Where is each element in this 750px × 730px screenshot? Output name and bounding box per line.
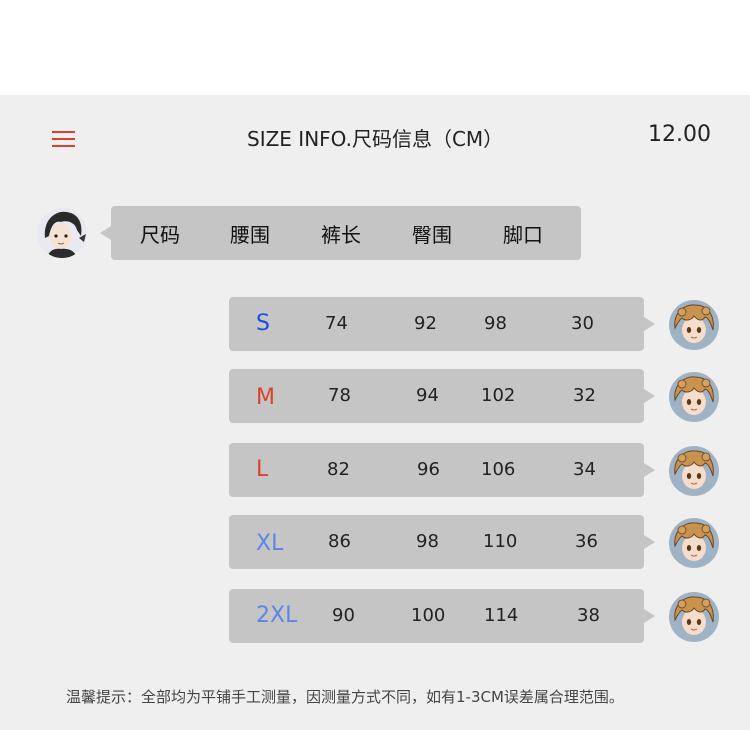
length-value: 98 xyxy=(416,531,439,552)
column-header-hip: 臀围 xyxy=(412,223,452,247)
hem-value: 36 xyxy=(575,531,598,552)
receiver-avatar xyxy=(669,300,719,350)
waist-value: 78 xyxy=(328,385,351,406)
curly-hair-avatar-icon xyxy=(669,372,719,422)
row-bubble-tail xyxy=(644,389,655,403)
hip-value: 114 xyxy=(484,605,519,626)
status-time: 12.00 xyxy=(648,122,711,147)
size-header-bubble: 尺码 腰围 裤长 臀围 脚口 xyxy=(111,206,581,260)
column-header-size: 尺码 xyxy=(140,223,180,247)
curly-hair-avatar-icon xyxy=(669,518,719,568)
column-header-waist: 腰围 xyxy=(230,223,270,247)
size-row: 2XL 90 100 114 38 xyxy=(229,589,644,643)
curly-hair-avatar-icon xyxy=(669,300,719,350)
hip-value: 106 xyxy=(481,459,516,480)
header-bubble-tail xyxy=(100,226,111,240)
size-row: M 78 94 102 32 xyxy=(229,369,644,423)
receiver-avatar xyxy=(669,372,719,422)
hip-value: 110 xyxy=(483,531,518,552)
hem-value: 30 xyxy=(571,313,594,334)
size-label: S xyxy=(256,311,270,336)
receiver-avatar xyxy=(669,592,719,642)
row-bubble-tail xyxy=(644,535,655,549)
waist-value: 86 xyxy=(328,531,351,552)
length-value: 94 xyxy=(416,385,439,406)
size-label: L xyxy=(256,457,269,482)
waist-value: 82 xyxy=(327,459,350,480)
receiver-avatar xyxy=(669,446,719,496)
hem-value: 38 xyxy=(577,605,600,626)
boy-avatar-icon xyxy=(37,208,87,258)
waist-value: 90 xyxy=(332,605,355,626)
hem-value: 34 xyxy=(573,459,596,480)
length-value: 100 xyxy=(411,605,446,626)
hip-value: 98 xyxy=(484,313,507,334)
row-bubble-tail xyxy=(644,317,655,331)
receiver-avatar xyxy=(669,518,719,568)
waist-value: 74 xyxy=(325,313,348,334)
size-row: L 82 96 106 34 xyxy=(229,443,644,497)
curly-hair-avatar-icon xyxy=(669,592,719,642)
size-row: S 74 92 98 30 xyxy=(229,297,644,351)
curly-hair-avatar-icon xyxy=(669,446,719,496)
sender-avatar xyxy=(37,208,87,258)
hamburger-menu-icon[interactable] xyxy=(52,130,75,148)
length-value: 92 xyxy=(414,313,437,334)
size-label: 2XL xyxy=(256,603,298,628)
column-header-hem: 脚口 xyxy=(503,223,543,247)
row-bubble-tail xyxy=(644,609,655,623)
size-label: XL xyxy=(256,531,284,556)
hip-value: 102 xyxy=(481,385,516,406)
size-row: XL 86 98 110 36 xyxy=(229,515,644,569)
column-header-length: 裤长 xyxy=(321,223,361,247)
hem-value: 32 xyxy=(573,385,596,406)
row-bubble-tail xyxy=(644,463,655,477)
length-value: 96 xyxy=(417,459,440,480)
measurement-note: 温馨提示：全部均为平铺手工测量，因测量方式不同，如有1-3CM误差属合理范围。 xyxy=(66,688,624,706)
page-title: SIZE INFO.尺码信息（CM） xyxy=(247,127,504,151)
size-label: M xyxy=(256,385,275,410)
